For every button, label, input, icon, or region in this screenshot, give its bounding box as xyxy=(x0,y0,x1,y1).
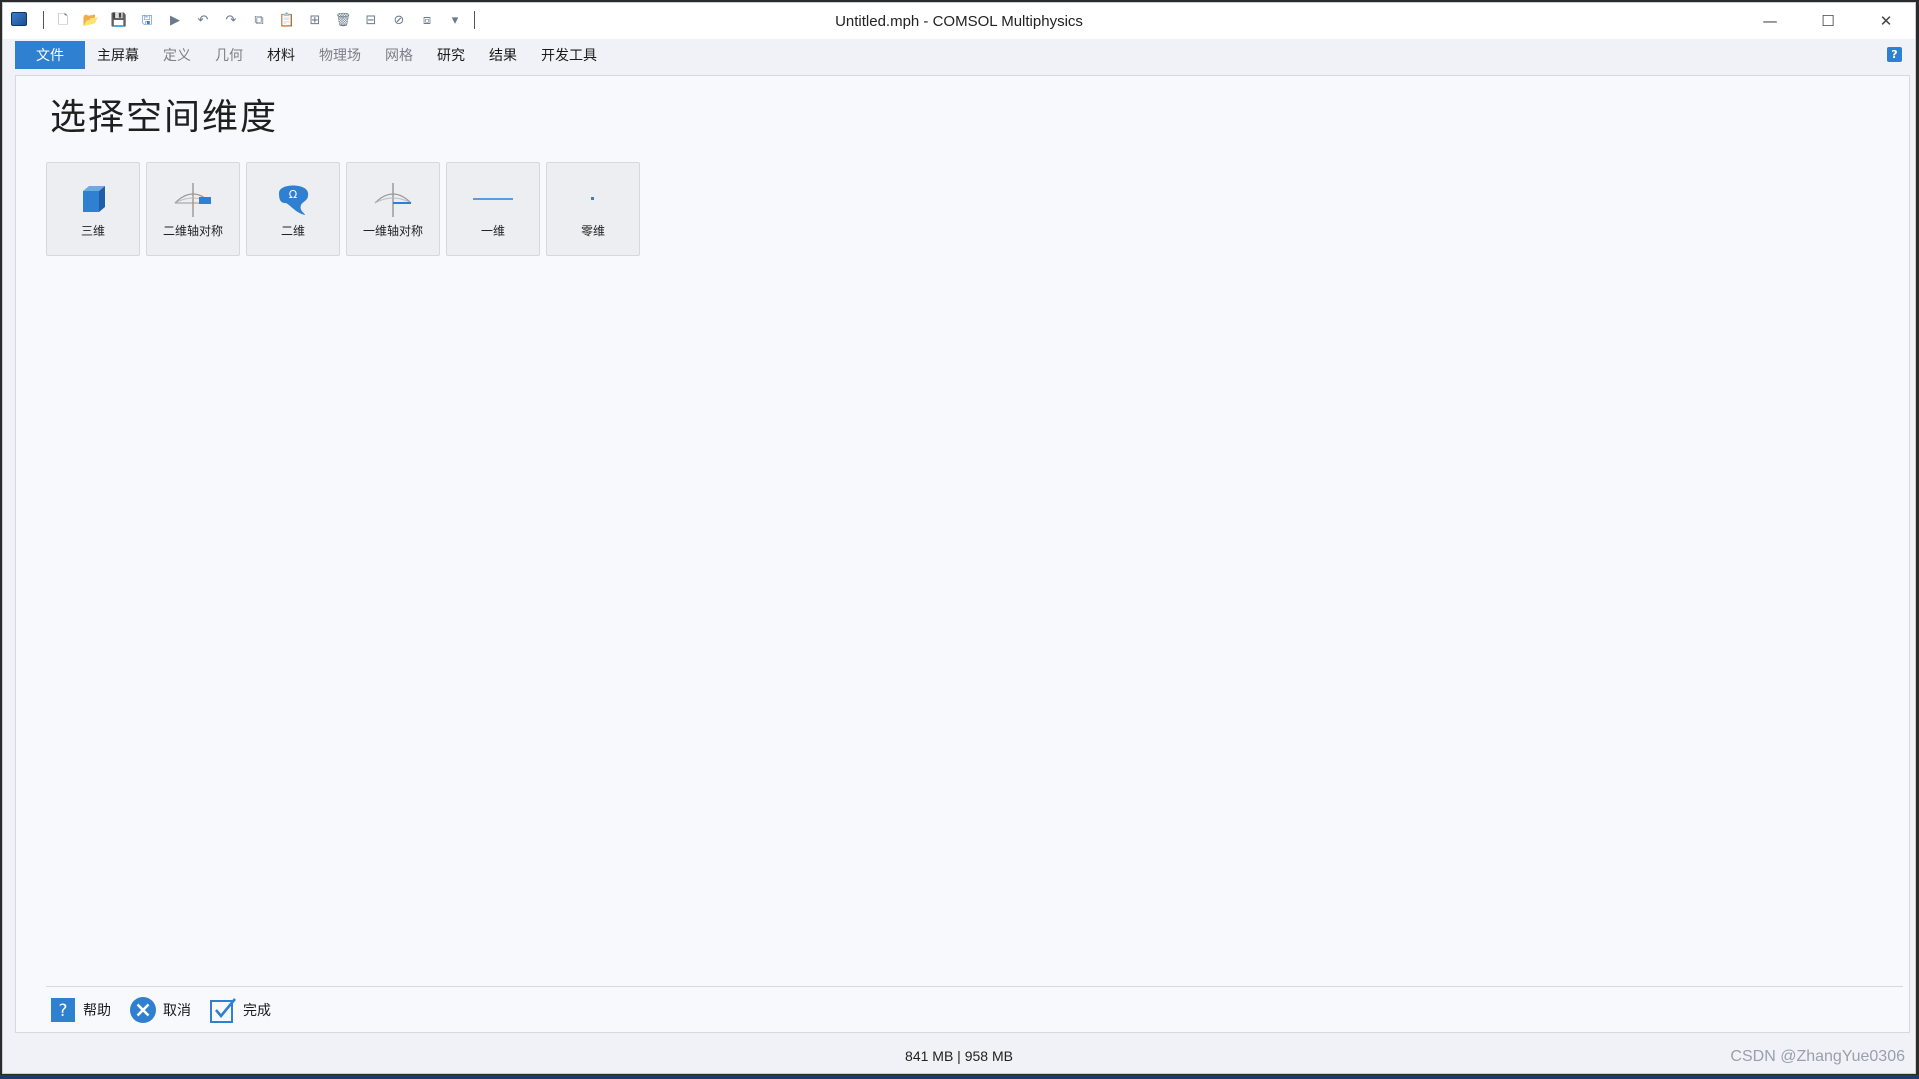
done-label: 完成 xyxy=(243,1003,271,1019)
taskbar-edge xyxy=(0,1075,1919,1079)
window-controls: — ☐ ✕ xyxy=(1741,3,1915,39)
help-button[interactable]: ? 帮助 xyxy=(49,996,111,1024)
dimension-label: 二维 xyxy=(280,224,305,238)
dimension-1d-button[interactable]: 一维 xyxy=(446,162,540,256)
cancel-icon xyxy=(129,996,157,1024)
tab-mesh[interactable]: 网格 xyxy=(373,41,425,69)
wizard-actions: ? 帮助 取消 完成 xyxy=(49,996,271,1024)
point-icon xyxy=(547,181,639,217)
dimension-label: 一维 xyxy=(480,224,505,238)
title-bar: 🗋 📂 💾 🖫 ▶ ↶ ↷ ⧉ 📋 ⊞ 🗑 ⊟ ⊘ ⧈ ▾ Untitled.m… xyxy=(3,3,1915,39)
model-wizard-panel: 选择空间维度 三维 二维轴对称 Ω 二维 一维轴对称 一维 零维 ? 帮助 取消… xyxy=(15,75,1910,1033)
tab-materials[interactable]: 材料 xyxy=(255,41,307,69)
axisym-2d-icon xyxy=(147,181,239,217)
tab-developer[interactable]: 开发工具 xyxy=(529,41,609,69)
space-dimension-options: 三维 二维轴对称 Ω 二维 一维轴对称 一维 零维 xyxy=(46,162,640,256)
cancel-label: 取消 xyxy=(163,1003,191,1019)
tab-results[interactable]: 结果 xyxy=(477,41,529,69)
ribbon-help-icon[interactable]: ? xyxy=(1887,47,1902,62)
maximize-button[interactable]: ☐ xyxy=(1799,3,1857,39)
cancel-button[interactable]: 取消 xyxy=(129,996,191,1024)
svg-text:Ω: Ω xyxy=(289,188,297,201)
cube-icon xyxy=(47,181,139,217)
memory-usage: 841 MB | 958 MB xyxy=(905,1048,1013,1064)
dimension-label: 一维轴对称 xyxy=(362,224,423,238)
dimension-3d-button[interactable]: 三维 xyxy=(46,162,140,256)
minimize-button[interactable]: — xyxy=(1741,3,1799,39)
dimension-0d-button[interactable]: 零维 xyxy=(546,162,640,256)
help-icon: ? xyxy=(49,996,77,1024)
app-window: 🗋 📂 💾 🖫 ▶ ↶ ↷ ⧉ 📋 ⊞ 🗑 ⊟ ⊘ ⧈ ▾ Untitled.m… xyxy=(2,2,1916,1074)
page-title: 选择空间维度 xyxy=(50,97,279,138)
help-label: 帮助 xyxy=(83,1003,111,1019)
watermark: CSDN @ZhangYue0306 xyxy=(1730,1048,1905,1065)
tab-physics[interactable]: 物理场 xyxy=(307,41,373,69)
line-icon xyxy=(447,181,539,217)
checkbox-check-icon xyxy=(209,996,237,1024)
axisym-1d-icon xyxy=(347,181,439,217)
dimension-1d-axisymmetric-button[interactable]: 一维轴对称 xyxy=(346,162,440,256)
status-bar: 841 MB | 958 MB xyxy=(3,1039,1915,1073)
dimension-label: 二维轴对称 xyxy=(162,224,223,238)
tab-file[interactable]: 文件 xyxy=(15,41,85,69)
tab-home[interactable]: 主屏幕 xyxy=(85,41,151,69)
window-title: Untitled.mph - COMSOL Multiphysics xyxy=(835,13,1083,30)
dimension-label: 零维 xyxy=(580,224,605,238)
ribbon-tabs: 文件 主屏幕 定义 几何 材料 物理场 网格 研究 结果 开发工具 ? xyxy=(15,41,1910,69)
svg-text:?: ? xyxy=(58,1001,67,1021)
done-button[interactable]: 完成 xyxy=(209,996,271,1024)
tab-geometry[interactable]: 几何 xyxy=(203,41,255,69)
tab-definitions[interactable]: 定义 xyxy=(151,41,203,69)
close-button[interactable]: ✕ xyxy=(1857,3,1915,39)
dimension-label: 三维 xyxy=(80,224,105,238)
omega-domain-icon: Ω xyxy=(247,181,339,217)
dimension-2d-axisymmetric-button[interactable]: 二维轴对称 xyxy=(146,162,240,256)
dimension-2d-button[interactable]: Ω 二维 xyxy=(246,162,340,256)
divider xyxy=(46,986,1903,987)
tab-study[interactable]: 研究 xyxy=(425,41,477,69)
